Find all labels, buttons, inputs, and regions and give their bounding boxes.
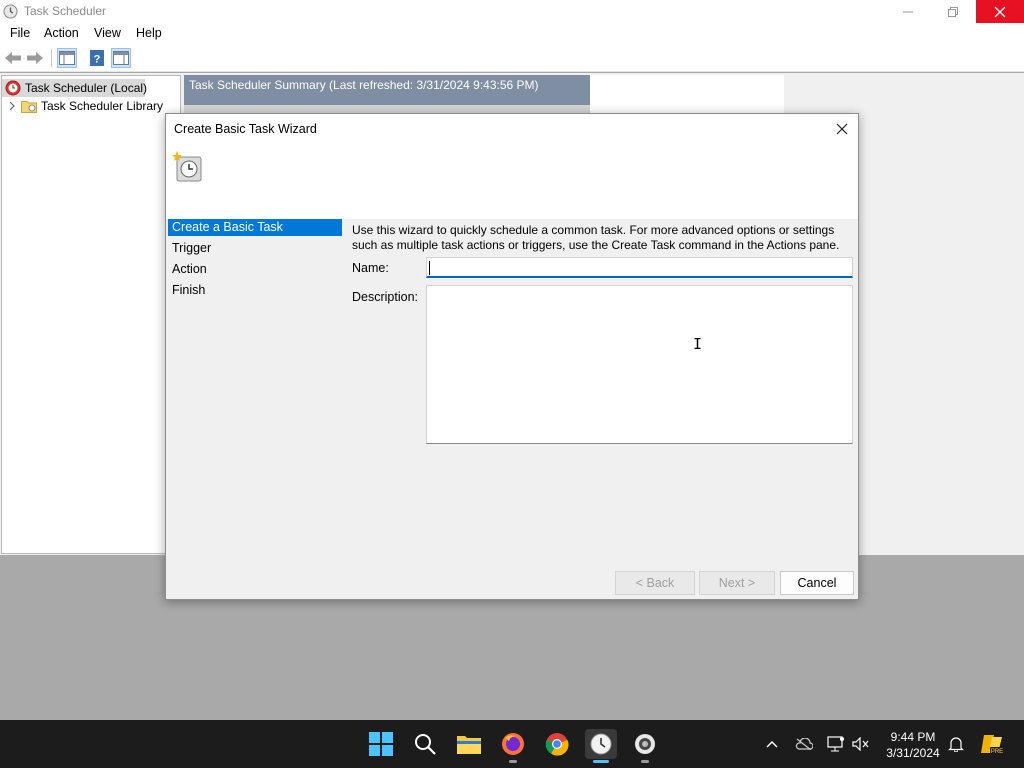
- search-icon[interactable]: [410, 729, 440, 759]
- forward-arrow-icon[interactable]: [25, 48, 45, 68]
- new-task-icon: [172, 150, 204, 182]
- running-indicator: [509, 760, 517, 763]
- toolbar: ?: [0, 44, 1024, 72]
- chevron-up-icon[interactable]: [763, 735, 781, 753]
- dialog-header: [166, 144, 858, 219]
- close-button[interactable]: [976, 0, 1024, 23]
- menu-help[interactable]: Help: [136, 26, 162, 40]
- step-action[interactable]: Action: [168, 261, 342, 278]
- minimize-button[interactable]: [885, 0, 931, 23]
- name-label: Name:: [352, 261, 389, 275]
- volume-muted-icon[interactable]: [852, 735, 870, 753]
- file-explorer-icon[interactable]: [454, 729, 484, 759]
- taskbar: 9:44 PM 3/31/2024 PRE: [0, 720, 1024, 768]
- summary-header: Task Scheduler Summary (Last refreshed: …: [184, 75, 590, 105]
- clock-icon: [5, 80, 21, 96]
- step-trigger[interactable]: Trigger: [168, 240, 342, 257]
- restore-button[interactable]: [930, 0, 976, 23]
- text-caret: [429, 261, 430, 275]
- notification-bell-icon[interactable]: [947, 735, 965, 753]
- ibeam-cursor-icon: I: [693, 335, 703, 353]
- step-finish[interactable]: Finish: [168, 282, 342, 299]
- close-icon: [836, 123, 848, 135]
- tree-label: Task Scheduler Library: [41, 99, 164, 113]
- name-field[interactable]: [426, 257, 853, 278]
- firefox-icon[interactable]: [498, 729, 528, 759]
- menu-view[interactable]: View: [94, 26, 121, 40]
- tree-item-task-scheduler-library[interactable]: Task Scheduler Library: [2, 97, 180, 115]
- help-icon[interactable]: ?: [87, 48, 107, 68]
- wizard-intro-text: Use this wizard to quickly schedule a co…: [352, 223, 840, 252]
- svg-text:?: ?: [94, 54, 101, 66]
- description-label: Description:: [352, 290, 418, 304]
- show-hide-console-tree-icon[interactable]: [57, 48, 77, 68]
- console-tree: Task Scheduler (Local) Task Scheduler Li…: [1, 75, 181, 554]
- dialog-title-bar: Create Basic Task Wizard: [166, 114, 858, 144]
- tree-item-task-scheduler-local[interactable]: Task Scheduler (Local): [2, 79, 148, 97]
- title-bar: Task Scheduler: [0, 0, 1024, 23]
- chevron-right-icon[interactable]: [8, 101, 16, 111]
- show-hide-action-pane-icon[interactable]: [111, 48, 131, 68]
- task-scheduler-icon[interactable]: [585, 729, 617, 759]
- dialog-title: Create Basic Task Wizard: [174, 122, 317, 136]
- folder-icon: [21, 99, 37, 113]
- app-icon[interactable]: [630, 729, 660, 759]
- cancel-button[interactable]: Cancel: [780, 571, 854, 595]
- next-button[interactable]: Next >: [699, 571, 775, 595]
- menu-action[interactable]: Action: [44, 26, 79, 40]
- chrome-icon[interactable]: [542, 729, 572, 759]
- menu-bar: File Action View Help: [0, 23, 1024, 44]
- onedrive-icon[interactable]: [795, 735, 813, 753]
- description-field[interactable]: [426, 285, 853, 444]
- svg-text:PRE: PRE: [991, 749, 1003, 755]
- menu-file[interactable]: File: [10, 26, 30, 40]
- copilot-pre-icon[interactable]: PRE: [980, 735, 1004, 755]
- active-indicator: [593, 760, 609, 763]
- back-arrow-icon[interactable]: [3, 48, 23, 68]
- running-indicator: [641, 760, 649, 763]
- clock-icon: [3, 4, 18, 19]
- clock-time: 9:44 PM: [890, 730, 936, 744]
- toolbar-separator: [51, 49, 52, 67]
- start-icon[interactable]: [366, 729, 396, 759]
- clock-date: 3/31/2024: [886, 746, 940, 760]
- tree-label: Task Scheduler (Local): [25, 81, 148, 95]
- back-button[interactable]: < Back: [615, 571, 695, 595]
- system-clock[interactable]: 9:44 PM 3/31/2024: [880, 729, 946, 761]
- summary-title: Task Scheduler Summary (Last refreshed: …: [189, 78, 539, 92]
- create-basic-task-wizard: Create Basic Task Wizard Create a Basic …: [165, 113, 859, 600]
- window-title: Task Scheduler: [24, 4, 107, 18]
- network-icon[interactable]: [827, 735, 845, 753]
- dialog-close-button[interactable]: [832, 119, 852, 139]
- step-create-a-basic-task[interactable]: Create a Basic Task: [168, 219, 342, 236]
